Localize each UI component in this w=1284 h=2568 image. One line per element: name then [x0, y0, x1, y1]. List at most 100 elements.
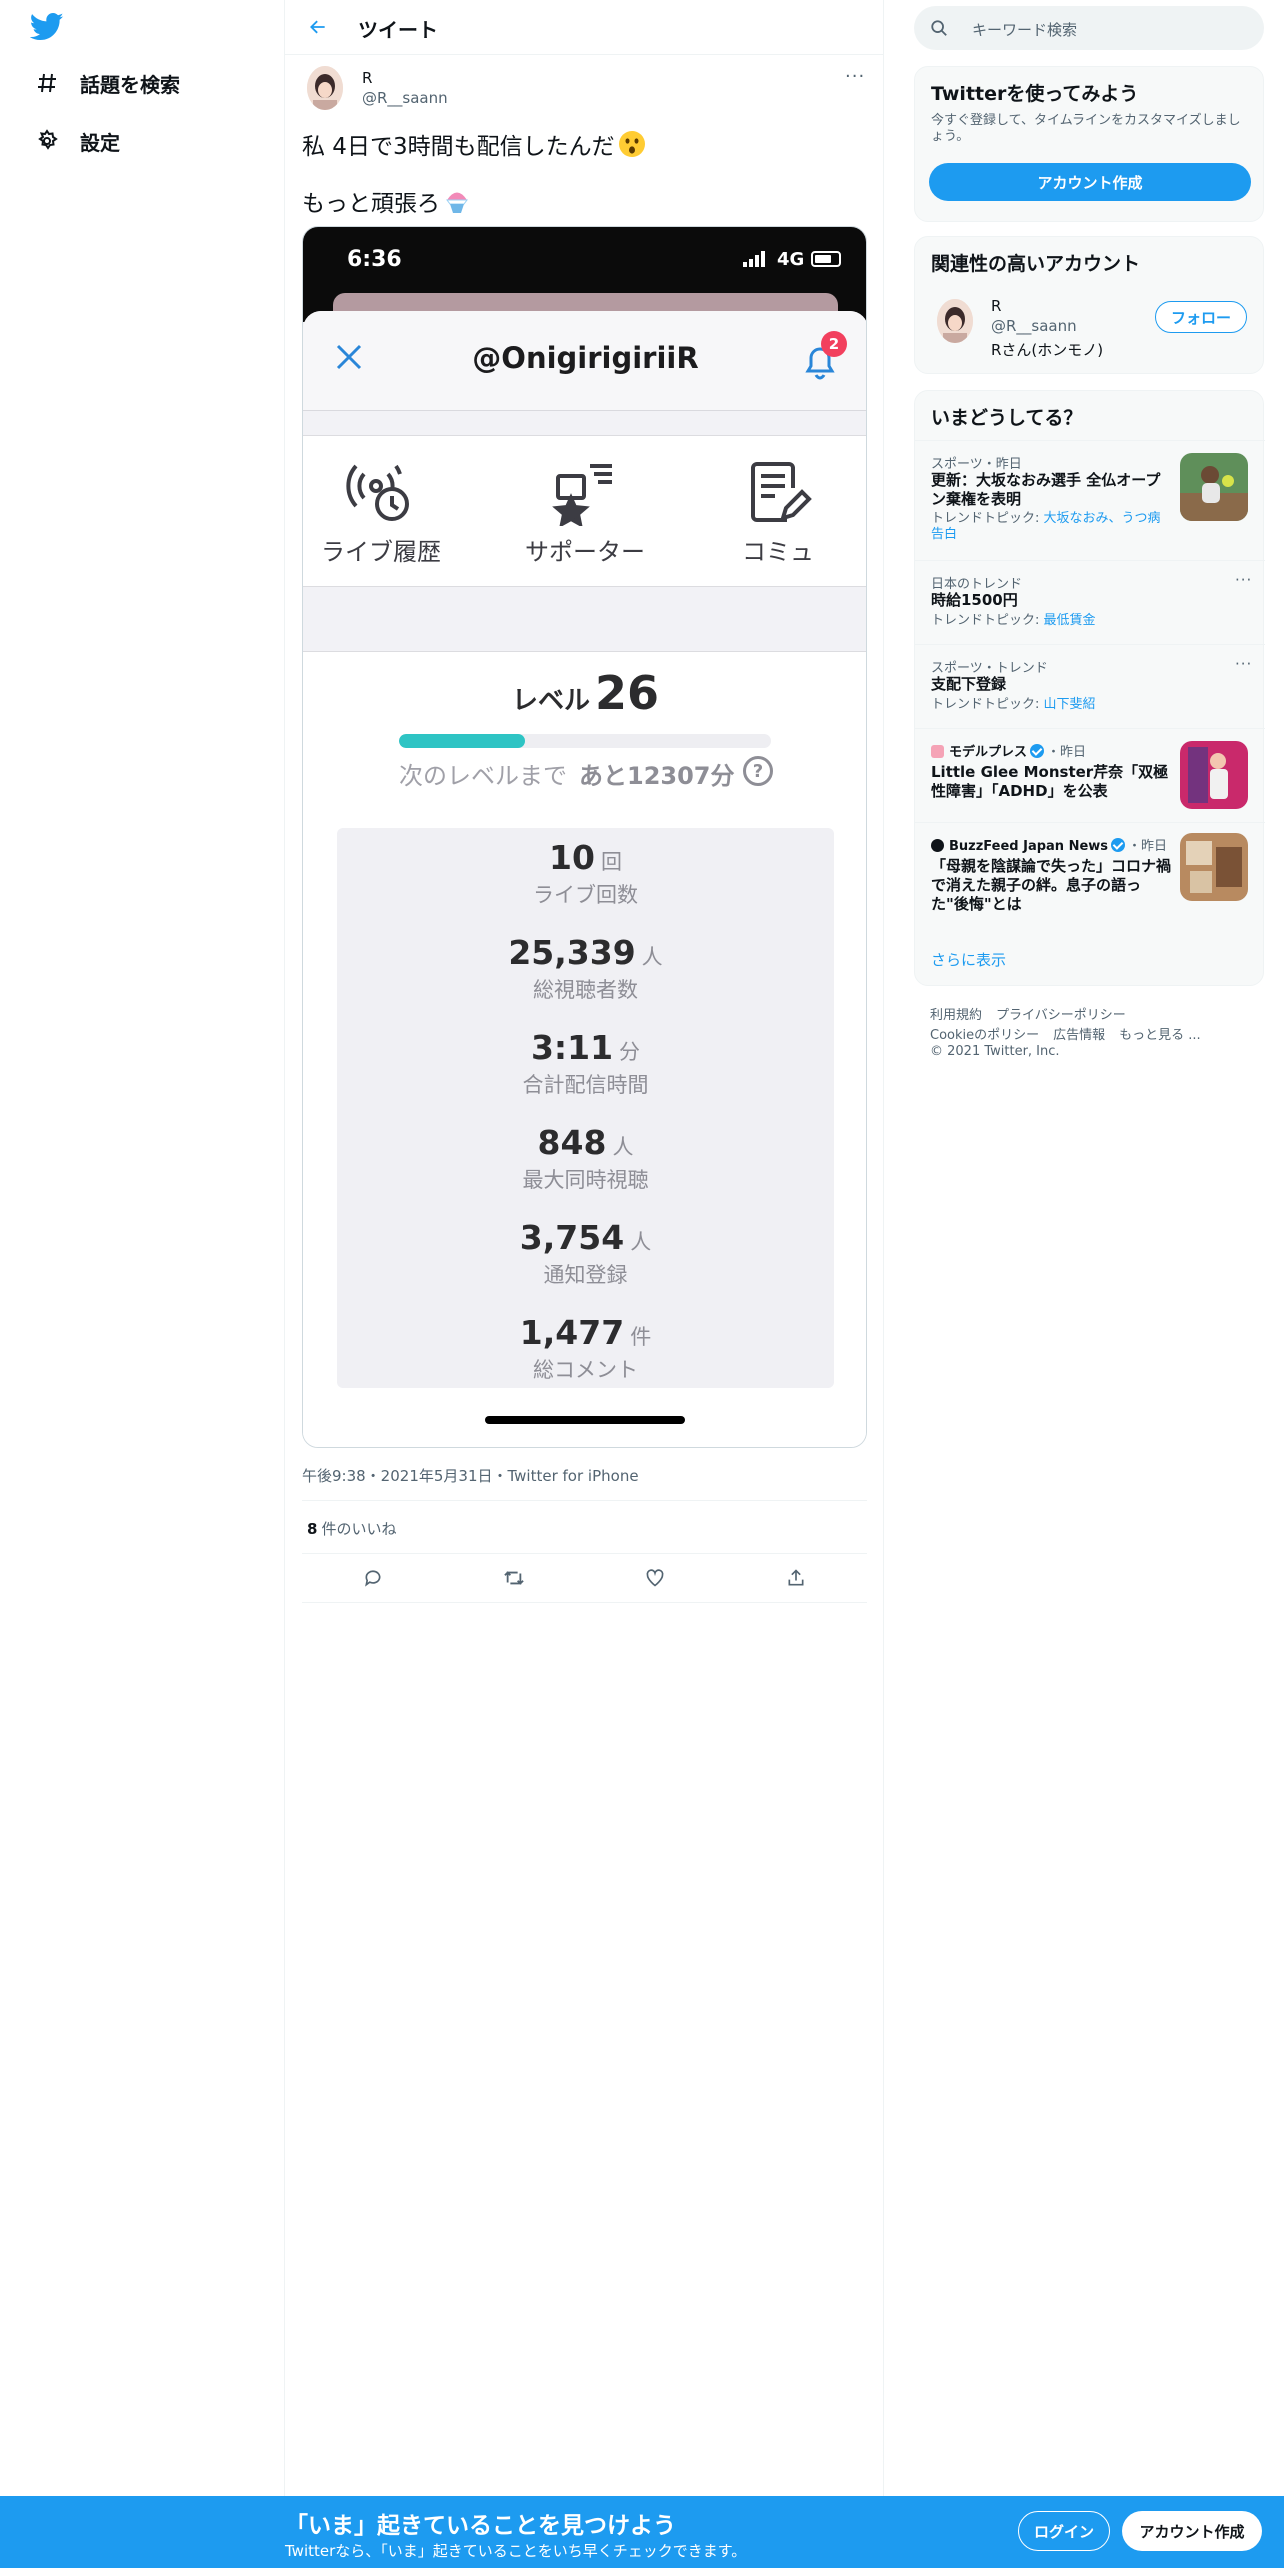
source-logo-icon	[931, 745, 944, 758]
divider	[302, 1553, 867, 1554]
reply-icon[interactable]	[360, 1565, 386, 1591]
divider	[302, 1500, 867, 1501]
sheet-header: @OnigirigiriiR 2	[303, 311, 866, 411]
footer-link[interactable]: 利用規約	[930, 1008, 982, 1023]
sheet-title: @OnigirigiriiR	[472, 341, 699, 375]
level-progress-bar	[399, 734, 771, 748]
news-time: ・昨日	[1128, 839, 1168, 854]
stat-value: 10	[549, 838, 595, 877]
help-icon: ?	[743, 756, 773, 786]
author-name[interactable]: R	[362, 69, 372, 87]
trend-topics: トレンドトピック: 山下斐紹	[931, 697, 1171, 713]
trend-topics: トレンドトピック: 大坂なおみ、うつ病告白	[931, 511, 1171, 543]
sidebar-item-label: 話題を検索	[80, 72, 180, 97]
community-icon	[751, 462, 812, 522]
stat-value: 848	[537, 1123, 607, 1162]
news-item[interactable]: BuzzFeed Japan News ・昨日 「母親を陰謀論で失った」コロナ禍で…	[915, 822, 1265, 930]
bottom-bar-subtitle: Twitterなら、「いま」起きていることをいち早くチェックできます。	[285, 2542, 747, 2560]
trend-context: スポーツ・昨日	[931, 457, 1022, 472]
stat-item: 3:11 分合計配信時間	[337, 1028, 834, 1099]
tweet-text: もっと頑張ろ	[302, 191, 440, 217]
stat-value: 1,477	[519, 1313, 625, 1352]
sidebar-item-explore[interactable]: 話題を検索	[34, 63, 180, 103]
tweet-timestamp[interactable]: 午後9:38・2021年5月31日・Twitter for iPhone	[302, 1465, 639, 1486]
trend-item[interactable]: スポーツ・昨日 更新：大坂なおみ選手 全仏オープン棄権を表明 トレンドトピック:…	[915, 440, 1265, 560]
tab-supporters: サポーター	[510, 460, 660, 567]
stat-unit: 人	[612, 1135, 634, 1159]
share-icon[interactable]	[783, 1565, 809, 1591]
stat-value: 3:11	[530, 1028, 614, 1067]
trend-topics-link[interactable]: 山下斐紹	[1044, 697, 1096, 712]
signup-card: Twitterを使ってみよう 今すぐ登録して、タイムラインをカスタマイズしましょ…	[914, 66, 1264, 222]
more-icon[interactable]: ···	[1235, 655, 1252, 673]
profile-tab-row: ライブ履歴 サポーター コミュ	[303, 435, 866, 587]
tweet-media-image[interactable]: 6:36 4G @OnigirigiriiR 2 ライブ履歴 サポーター コミュ…	[302, 226, 867, 1448]
stat-item: 1,477 件総コメント	[337, 1313, 834, 1384]
news-source: モデルプレス	[949, 745, 1028, 760]
account-name[interactable]: R	[991, 297, 1001, 315]
avatar[interactable]	[307, 66, 343, 110]
notification-badge: 2	[821, 331, 847, 357]
trend-title: 更新：大坂なおみ選手 全仏オープン棄権を表明	[931, 471, 1161, 508]
footer-link[interactable]: 広告情報	[1053, 1028, 1105, 1043]
trend-item[interactable]: スポーツ・トレンド 支配下登録 トレンドトピック: 山下斐紹 ···	[915, 644, 1265, 728]
column-divider	[883, 0, 884, 2568]
stat-unit: 分	[619, 1040, 641, 1064]
page-title: ツイート	[358, 18, 438, 42]
column-divider	[284, 0, 285, 2568]
divider	[302, 1602, 867, 1603]
likes-label: 件のいいね	[321, 1520, 397, 1538]
sidebar-item-settings[interactable]: 設定	[34, 121, 120, 161]
tweet-text-line: 私 4日で3時間も配信したんだ	[302, 127, 646, 164]
bottom-bar-title: 「いま」起きていることを見つけよう	[285, 2513, 676, 2539]
likes-count[interactable]: 8 件のいいね	[307, 1518, 396, 1539]
login-button[interactable]: ログイン	[1018, 2511, 1110, 2551]
more-icon[interactable]: ···	[1235, 571, 1252, 589]
account-bio: Rさん(ホンモノ)	[991, 341, 1104, 359]
bottom-signup-bar: 「いま」起きていることを見つけよう Twitterなら、「いま」起きていることを…	[0, 2496, 1284, 2568]
more-icon[interactable]: ···	[845, 66, 865, 87]
news-item[interactable]: モデルプレス ・昨日 Little Glee Monster芹奈「双極性障害」「A…	[915, 728, 1265, 822]
footer-links: 利用規約 プライバシーポリシー	[930, 1004, 1140, 1023]
stat-item: 3,754 人通知登録	[337, 1218, 834, 1289]
network-label: 4G	[777, 249, 805, 270]
next-level-line: 次のレベルまで あと12307分	[399, 756, 735, 791]
footer-link[interactable]: プライバシーポリシー	[996, 1008, 1126, 1023]
like-heart-icon[interactable]	[642, 1565, 668, 1591]
verified-badge-icon	[1111, 838, 1126, 852]
signup-button[interactable]: アカウント作成	[1122, 2511, 1262, 2551]
card-title: Twitterを使ってみよう	[931, 83, 1139, 105]
left-sidebar: 話題を検索 設定	[0, 0, 284, 2568]
likes-number: 8	[307, 1520, 318, 1538]
stat-label: 最大同時視聴	[522, 1168, 649, 1192]
news-source: BuzzFeed Japan News	[949, 839, 1109, 854]
stat-label: 通知登録	[543, 1263, 628, 1287]
level-progress-fill	[399, 734, 526, 748]
card-title: いまどうしてる？	[931, 407, 1083, 429]
arrow-left-icon[interactable]	[305, 14, 331, 40]
shaved-ice-emoji-icon	[443, 187, 471, 221]
follow-button[interactable]: フォロー	[1155, 301, 1247, 333]
stats-panel: 10 回ライブ回数 25,339 人総視聴者数 3:11 分合計配信時間 848 人最大同時視…	[337, 828, 834, 1388]
author-handle[interactable]: @R__saann	[362, 89, 448, 107]
news-time: ・昨日	[1047, 745, 1087, 760]
card-subtitle: 今すぐ登録して、タイムラインをカスタマイズしましょう。	[931, 113, 1241, 144]
footer-links: Cookieのポリシー 広告情報 もっと見る ...	[930, 1024, 1215, 1043]
search-box[interactable]: キーワード検索	[914, 6, 1264, 50]
footer-link[interactable]: Cookieのポリシー	[930, 1028, 1039, 1043]
trend-item[interactable]: 日本のトレンド 時給1500円 トレンドトピック: 最低賃金 ···	[915, 560, 1265, 644]
twitter-bird-icon[interactable]	[29, 12, 64, 42]
stat-label: ライブ回数	[533, 883, 638, 907]
trend-topics-link[interactable]: 最低賃金	[1044, 613, 1096, 628]
level-value: 26	[595, 666, 660, 720]
account-handle[interactable]: @R__saann	[991, 317, 1077, 335]
footer-link[interactable]: もっと見る ...	[1119, 1028, 1201, 1043]
trend-topics: トレンドトピック: 最低賃金	[931, 613, 1171, 629]
tab-live-history: ライブ履歴	[306, 460, 456, 567]
news-thumbnail	[1180, 741, 1248, 809]
next-level-value: あと12307分	[579, 762, 735, 790]
show-more-link[interactable]: さらに表示	[931, 949, 1006, 970]
create-account-button[interactable]: アカウント作成	[929, 163, 1251, 201]
avatar[interactable]	[937, 299, 973, 343]
retweet-icon[interactable]	[501, 1565, 527, 1591]
